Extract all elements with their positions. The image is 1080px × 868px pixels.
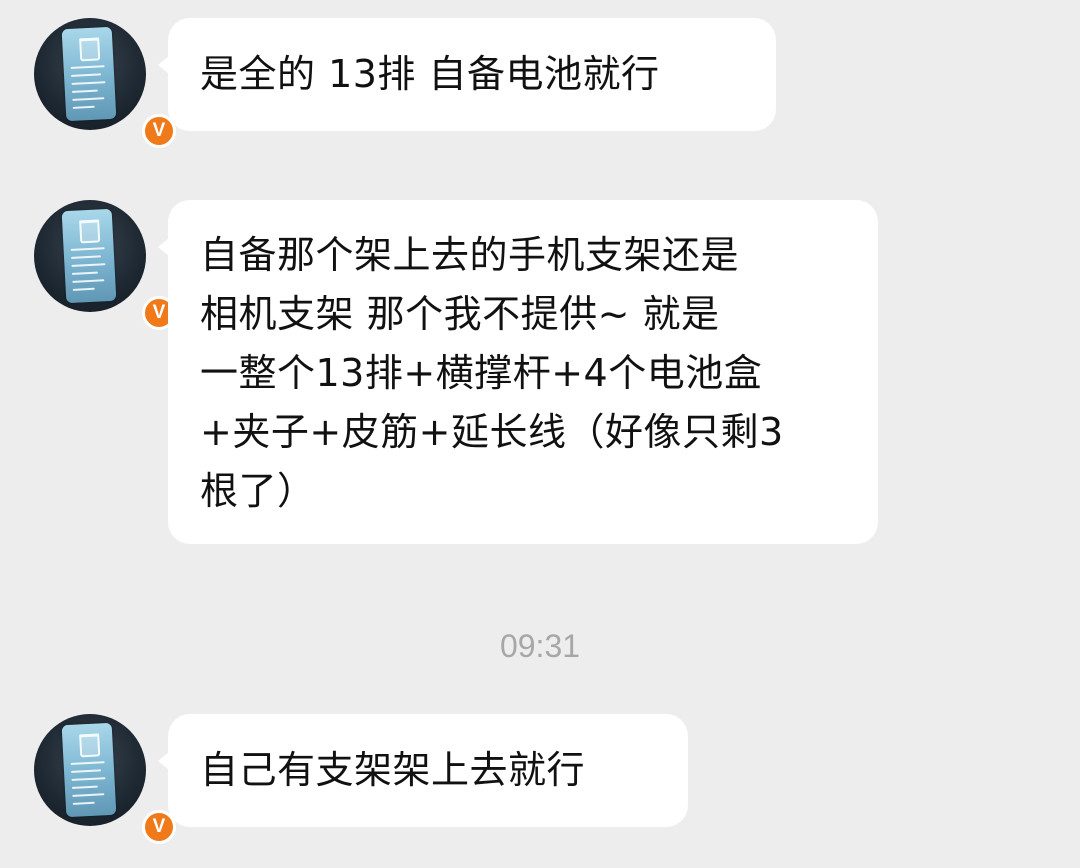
- sender-avatar[interactable]: V: [34, 200, 176, 330]
- recycle-bin-icon: [79, 37, 101, 62]
- recycle-bin-icon: [79, 219, 101, 244]
- chat-message-list[interactable]: V 是全的 13排 自备电池就行 V 自备那个架上去的手机支架还是 相机支架 那…: [0, 0, 1080, 868]
- avatar-image: [61, 208, 117, 304]
- message-bubble[interactable]: 自己有支架架上去就行: [158, 714, 688, 827]
- message-timestamp: 09:31: [499, 628, 581, 664]
- avatar-image: [61, 722, 117, 818]
- message-bubble[interactable]: 自备那个架上去的手机支架还是 相机支架 那个我不提供~ 就是 一整个13排+横撑…: [158, 200, 878, 544]
- recycle-bin-icon: [79, 733, 101, 758]
- sender-avatar[interactable]: V: [34, 714, 176, 844]
- sender-avatar[interactable]: V: [34, 18, 176, 148]
- message-bubble[interactable]: 是全的 13排 自备电池就行: [158, 18, 776, 131]
- avatar-image: [61, 26, 117, 122]
